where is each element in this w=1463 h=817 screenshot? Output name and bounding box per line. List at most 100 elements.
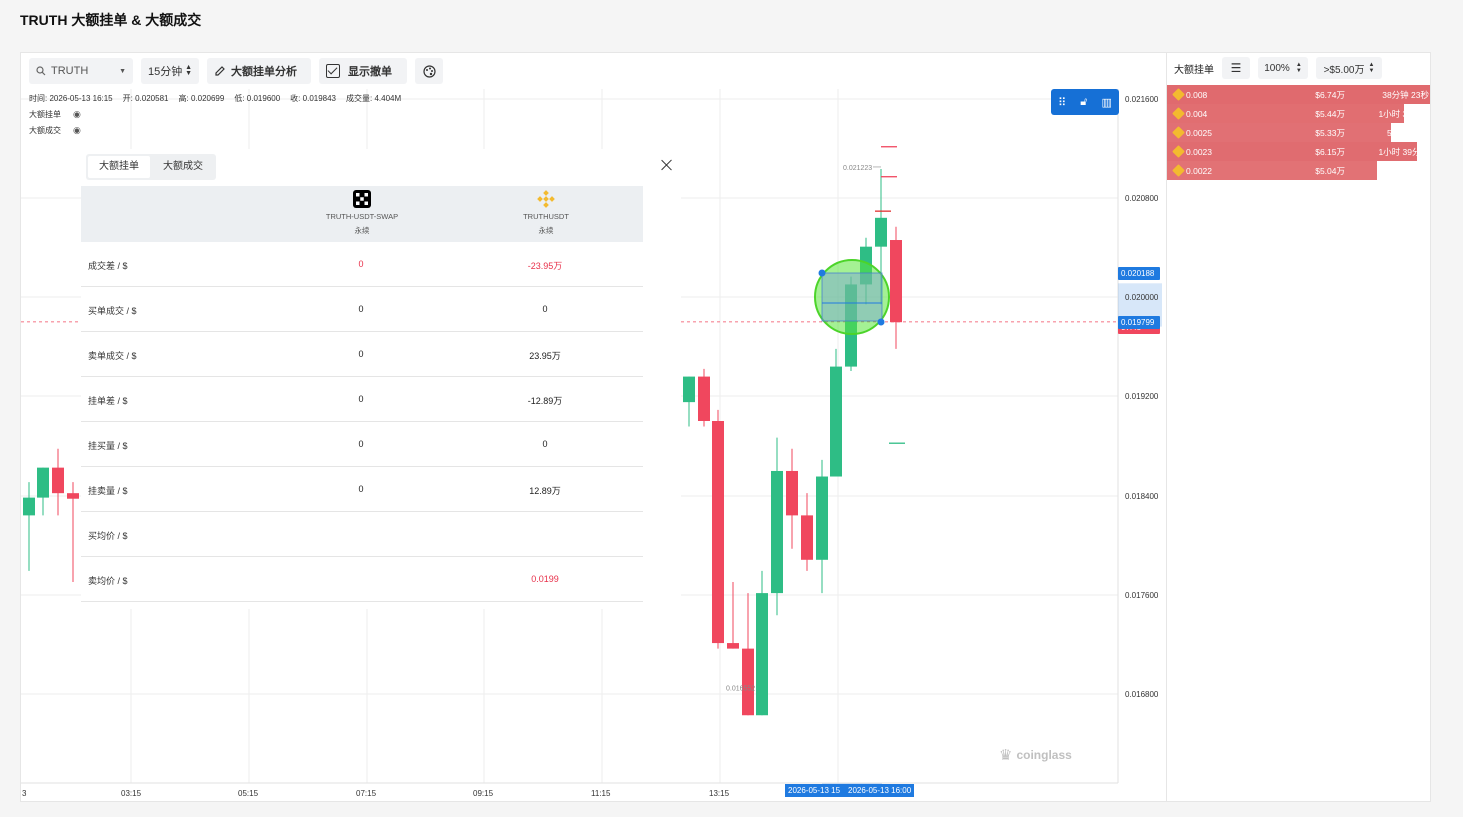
x-tick-label: 11:15: [591, 789, 611, 798]
eye-icon[interactable]: ◉: [73, 125, 81, 136]
row-label: 卖单成交 / $: [88, 351, 137, 361]
exchange-contract-type: 永续: [354, 226, 370, 235]
y-tick-label: 0.016800: [1125, 690, 1159, 699]
table-row: 挂买量 / $ 0 0: [81, 422, 643, 467]
order-price: 0.0025: [1186, 127, 1212, 138]
watermark-text: coinglass: [1016, 748, 1072, 762]
y-tick-label: 0.020000: [1125, 293, 1159, 302]
table-row: 挂单差 / $ 0 -12.89万: [81, 377, 643, 422]
tab-large-trades[interactable]: 大额成交: [152, 156, 214, 178]
large-order-row[interactable]: 0.008 $6.74万 38分钟 23秒: [1167, 85, 1430, 104]
filter-value: >$5.00万: [1323, 64, 1365, 76]
palette-icon: [422, 64, 436, 78]
exchange-symbol: TRUTH-USDT-SWAP: [325, 212, 399, 221]
show-cancel-toggle[interactable]: 显示撤单: [319, 58, 407, 84]
eye-icon[interactable]: ◉: [73, 109, 81, 120]
large-order-row[interactable]: 0.0025 $5.33万 5分钟 57秒: [1167, 123, 1430, 142]
indicator-label: 大额挂单: [29, 110, 61, 119]
order-amount: $6.74万: [1315, 89, 1345, 100]
candle-body: [67, 493, 79, 499]
y-tick-label: 0.018400: [1125, 492, 1159, 501]
exchange-symbol: TRUTHUSDT: [523, 212, 569, 221]
analysis-button[interactable]: 大额挂单分析: [207, 58, 311, 84]
order-duration: 5分钟 57秒: [1386, 127, 1429, 138]
order-duration: 38分钟 23秒: [1382, 89, 1429, 100]
binance-logo-icon: [537, 190, 555, 208]
table-row: 卖单成交 / $ 0 23.95万: [81, 332, 643, 377]
interval-value: 15分钟: [148, 66, 183, 78]
candle-body: [756, 593, 768, 716]
indicator-large-orders: 大额挂单 ◉: [29, 109, 81, 120]
ohlc-low-label: 低:: [234, 94, 245, 103]
amount-filter-select[interactable]: >$5.00万 ▲ ▼: [1316, 57, 1382, 79]
trash-icon[interactable]: ▥: [1102, 96, 1112, 109]
selection-bottom-price-tag: 0.019799: [1118, 316, 1160, 329]
interval-select[interactable]: 15分钟 ▲ ▼: [141, 58, 199, 84]
candle-body: [712, 421, 724, 644]
ohlc-high-label: 高:: [178, 94, 189, 103]
candle-body: [742, 648, 754, 716]
row-value-binance: -12.89万: [527, 396, 563, 406]
order-price: 0.0023: [1186, 146, 1212, 157]
menu-icon: ☰: [1230, 61, 1242, 75]
y-tick-label: 0.021600: [1125, 95, 1159, 104]
row-label: 挂买量 / $: [88, 441, 128, 451]
large-order-row[interactable]: 0.0022 $5.04万 1小时 40分钟: [1167, 161, 1430, 180]
chart-toolbar: TRUTH ▼ 15分钟 ▲ ▼ 大额挂单分析 显示撤单: [29, 57, 443, 85]
palette-button[interactable]: [415, 58, 443, 84]
drag-handle-icon[interactable]: ⠿: [1058, 96, 1066, 109]
row-value-okx: 0: [358, 259, 364, 269]
y-tick-label: 0.017600: [1125, 591, 1159, 600]
binance-icon: [1172, 145, 1185, 158]
show-cancel-label: 显示撤单: [348, 66, 392, 78]
binance-icon: [1172, 126, 1185, 139]
large-order-row[interactable]: 0.004 $5.44万 1小时 33分钟: [1167, 104, 1430, 123]
menu-button[interactable]: ☰: [1222, 57, 1250, 79]
selection-top-price-tag: 0.020188: [1118, 267, 1160, 280]
symbol-select[interactable]: TRUTH ▼: [29, 58, 133, 84]
close-icon[interactable]: [661, 159, 673, 171]
candle-body: [816, 476, 828, 560]
page-title: TRUTH 大额挂单 & 大额成交: [20, 12, 202, 28]
binance-icon: [1172, 88, 1185, 101]
order-price: 0.0022: [1186, 165, 1212, 176]
ohlc-open: 0.020581: [135, 94, 169, 103]
lock-icon[interactable]: 🔓︎: [1080, 96, 1087, 109]
x-tick-label: 05:15: [238, 789, 259, 798]
ohlc-close-label: 收:: [290, 94, 301, 103]
ohlc-time: 2026-05-13 16:15: [49, 94, 113, 103]
selection-end-time-tag: 2026-05-13 16:00: [845, 784, 915, 797]
candle-body: [890, 240, 902, 323]
exchange-contract-type: 永续: [538, 226, 554, 235]
coinglass-logo: ♛ coinglass: [999, 746, 1072, 764]
tab-large-orders[interactable]: 大额挂单: [88, 156, 150, 178]
candle-body: [771, 470, 783, 594]
selection-handle: [818, 269, 826, 277]
popup-tabs: 大额挂单 大额成交: [86, 154, 216, 180]
x-tick-label: 09:15: [473, 789, 494, 798]
order-amount: $5.04万: [1315, 165, 1345, 176]
large-order-popup: 大额挂单 大额成交 TRUTH-USDT-SWAP 永续 TRUTHUSDT 永…: [81, 149, 681, 609]
ohlc-legend: 时间: 2026-05-13 16:15 开: 0.020581 高: 0.02…: [29, 93, 401, 104]
selection-box: [821, 272, 883, 322]
row-label: 卖均价 / $: [88, 576, 128, 586]
pencil-icon: [215, 66, 225, 76]
sort-icon: ▲ ▼: [185, 64, 192, 77]
ohlc-open-label: 开:: [122, 94, 133, 103]
zoom-select[interactable]: 100% ▲ ▼: [1258, 57, 1308, 79]
x-tick-label: 3: [22, 789, 27, 798]
large-order-row[interactable]: 0.0023 $6.15万 1小时 39分钟: [1167, 142, 1430, 161]
ohlc-volume: 4.404M: [374, 94, 402, 103]
candle-body: [23, 497, 35, 516]
selection-handle: [877, 318, 885, 326]
table-header: TRUTH-USDT-SWAP 永续 TRUTHUSDT 永续: [81, 186, 643, 242]
selection-start-time-tag: 2026-05-13 15: [785, 784, 845, 797]
y-tick-label: 0.019200: [1125, 392, 1159, 401]
order-amount: $5.33万: [1315, 127, 1345, 138]
x-tick-label: 03:15: [121, 789, 142, 798]
okx-logo-icon: [353, 190, 371, 208]
row-label: 挂卖量 / $: [88, 486, 128, 496]
row-value-binance: 23.95万: [529, 351, 561, 361]
indicator-label: 大额成交: [29, 126, 61, 135]
row-label: 买单成交 / $: [88, 306, 137, 316]
